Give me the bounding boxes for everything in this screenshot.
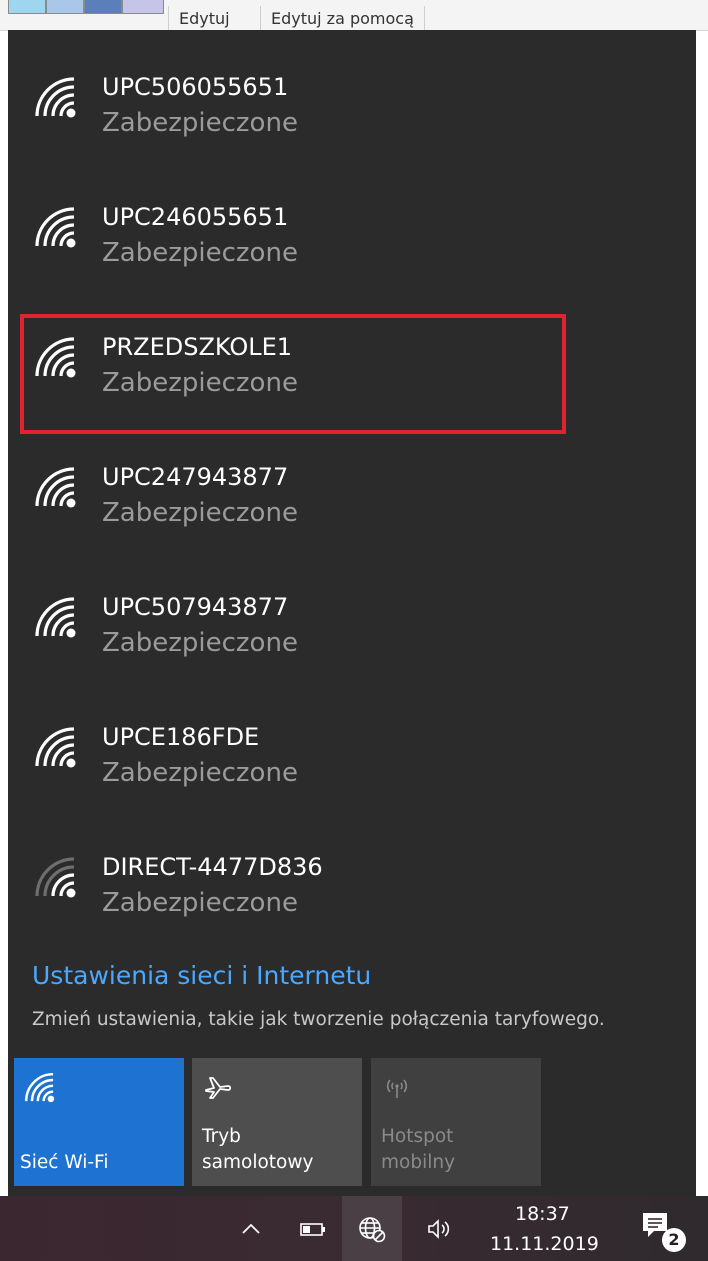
background-app-toolbar: Edytuj Edytuj za pomocą bbox=[0, 0, 708, 31]
hotspot-tile-label: Hotspot mobilny bbox=[381, 1124, 455, 1176]
network-tray-button[interactable] bbox=[342, 1196, 402, 1261]
airplane-icon bbox=[202, 1072, 234, 1104]
airplane-label-line1: Tryb bbox=[202, 1126, 241, 1147]
network-status: Zabezpieczone bbox=[102, 498, 298, 528]
edit-with-tab[interactable]: Edytuj za pomocą bbox=[260, 6, 425, 30]
network-status: Zabezpieczone bbox=[102, 628, 298, 658]
hotspot-icon bbox=[381, 1072, 413, 1104]
chevron-up-icon[interactable] bbox=[236, 1214, 266, 1244]
color-swatch[interactable] bbox=[122, 0, 164, 14]
network-settings-description: Zmień ustawienia, takie jak tworzenie po… bbox=[32, 1009, 605, 1030]
action-center-button[interactable]: 2 bbox=[640, 1210, 692, 1256]
hotspot-label-line2: mobilny bbox=[381, 1152, 456, 1173]
globe-no-connection-icon bbox=[357, 1214, 387, 1244]
network-status: Zabezpieczone bbox=[102, 758, 298, 788]
network-name: UPC506055651 bbox=[102, 73, 289, 101]
network-item[interactable]: UPC507943877 Zabezpieczone bbox=[8, 576, 696, 700]
highlight-box bbox=[20, 314, 566, 434]
wifi-tile-label: Sieć Wi-Fi bbox=[20, 1152, 109, 1173]
network-status: Zabezpieczone bbox=[102, 888, 298, 918]
network-status: Zabezpieczone bbox=[102, 108, 298, 138]
wifi-toggle-tile[interactable]: Sieć Wi-Fi bbox=[14, 1058, 184, 1186]
network-status: Zabezpieczone bbox=[102, 238, 298, 268]
wifi-icon bbox=[24, 1072, 56, 1104]
network-item[interactable]: UPC506055651 Zabezpieczone bbox=[8, 56, 696, 180]
clock-date[interactable]: 11.11.2019 bbox=[490, 1232, 599, 1256]
wifi-full-icon bbox=[34, 596, 78, 640]
wifi-full-icon bbox=[34, 466, 78, 510]
color-swatch[interactable] bbox=[46, 0, 84, 14]
network-name: DIRECT-4477D836 bbox=[102, 853, 323, 881]
clock-time[interactable]: 18:37 bbox=[515, 1202, 570, 1226]
wifi-weak-icon bbox=[34, 856, 78, 900]
hotspot-label-line1: Hotspot bbox=[381, 1126, 454, 1147]
wifi-full-icon bbox=[34, 76, 78, 120]
wifi-full-icon bbox=[34, 206, 78, 250]
network-item[interactable]: UPC247943877 Zabezpieczone bbox=[8, 446, 696, 570]
network-item[interactable]: DIRECT-4477D836 Zabezpieczone bbox=[8, 836, 696, 960]
network-name: UPC246055651 bbox=[102, 203, 289, 231]
color-swatch[interactable] bbox=[8, 0, 46, 14]
network-name: UPC507943877 bbox=[102, 593, 289, 621]
network-name: UPC247943877 bbox=[102, 463, 289, 491]
network-item[interactable]: UPCE186FDE Zabezpieczone bbox=[8, 706, 696, 830]
network-item[interactable]: UPC246055651 Zabezpieczone bbox=[8, 186, 696, 310]
battery-icon[interactable] bbox=[298, 1214, 328, 1244]
mobile-hotspot-tile[interactable]: Hotspot mobilny bbox=[371, 1058, 541, 1186]
wifi-full-icon bbox=[34, 726, 78, 770]
network-flyout: UPC506055651 Zabezpieczone UPC246055651 … bbox=[8, 30, 696, 1196]
airplane-mode-tile[interactable]: Tryb samolotowy bbox=[192, 1058, 362, 1186]
airplane-tile-label: Tryb samolotowy bbox=[202, 1124, 313, 1176]
network-settings-link[interactable]: Ustawienia sieci i Internetu bbox=[32, 960, 371, 992]
color-swatch[interactable] bbox=[84, 0, 122, 14]
airplane-label-line2: samolotowy bbox=[202, 1152, 314, 1173]
edit-tab[interactable]: Edytuj bbox=[168, 6, 240, 30]
volume-icon[interactable] bbox=[424, 1214, 454, 1244]
taskbar: 18:37 11.11.2019 2 bbox=[0, 1196, 708, 1261]
network-name: UPCE186FDE bbox=[102, 723, 260, 751]
notification-count-badge: 2 bbox=[662, 1228, 686, 1252]
